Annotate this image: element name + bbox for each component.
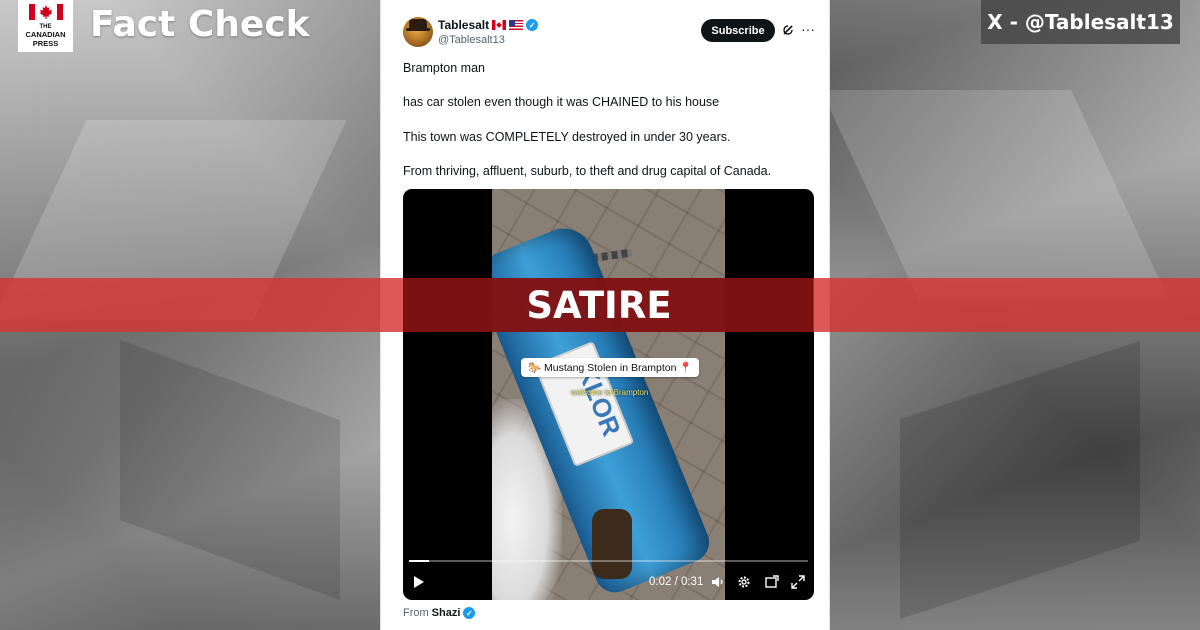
avatar[interactable] xyxy=(403,17,433,47)
tweet-text-line: From thriving, affluent, suburb, to thef… xyxy=(403,164,772,178)
tweet-text-line: Brampton man xyxy=(403,61,485,75)
logo-text: PRESS xyxy=(32,38,59,48)
author-name[interactable]: Tablesalt xyxy=(438,18,489,32)
fullscreen-icon[interactable] xyxy=(791,575,805,589)
grok-icon[interactable] xyxy=(781,23,795,37)
canadian-press-logo: THE CANADIAN PRESS xyxy=(18,0,73,52)
video-progress-bar[interactable] xyxy=(409,560,808,562)
canada-flag-icon xyxy=(492,20,507,30)
tweet-text-line: This town was COMPLETELY destroyed in un… xyxy=(403,130,731,144)
boot xyxy=(592,509,632,579)
video-subcaption: welcome to Brampton xyxy=(571,388,649,397)
satire-label: SATIRE xyxy=(526,283,672,327)
from-name[interactable]: Shazi xyxy=(432,607,461,619)
us-flag-icon xyxy=(509,20,524,30)
from-prefix: From xyxy=(403,607,429,619)
video-progress-fill xyxy=(409,560,429,562)
picture-in-picture-icon[interactable] xyxy=(765,575,779,589)
subscribe-button[interactable]: Subscribe xyxy=(701,19,775,42)
tweet-text-line: has car stolen even though it was CHAINE… xyxy=(403,95,720,109)
video-player[interactable]: KLOR 🐎 Mustang Stolen in Brampton 📍 welc… xyxy=(403,189,814,600)
verified-badge-icon: ✓ xyxy=(526,19,539,31)
volume-icon[interactable] xyxy=(711,575,725,589)
video-caption: 🐎 Mustang Stolen in Brampton 📍 xyxy=(521,358,700,377)
more-options-icon[interactable]: ··· xyxy=(801,21,815,37)
maple-leaf-icon xyxy=(28,3,63,21)
verified-badge-icon: ✓ xyxy=(463,607,476,619)
logo-text: CANADIAN xyxy=(25,30,66,39)
author-name-row: Tablesalt ✓ xyxy=(438,18,539,32)
play-icon[interactable] xyxy=(413,575,425,589)
from-attribution: From Shazi ✓ xyxy=(403,607,476,619)
source-badge: X - @Tablesalt13 xyxy=(981,0,1180,44)
author-handle[interactable]: @Tablesalt13 xyxy=(438,34,505,46)
video-timecode: 0:02 / 0:31 xyxy=(649,576,704,588)
page-title: Fact Check xyxy=(90,4,310,45)
settings-gear-icon[interactable] xyxy=(737,575,751,589)
